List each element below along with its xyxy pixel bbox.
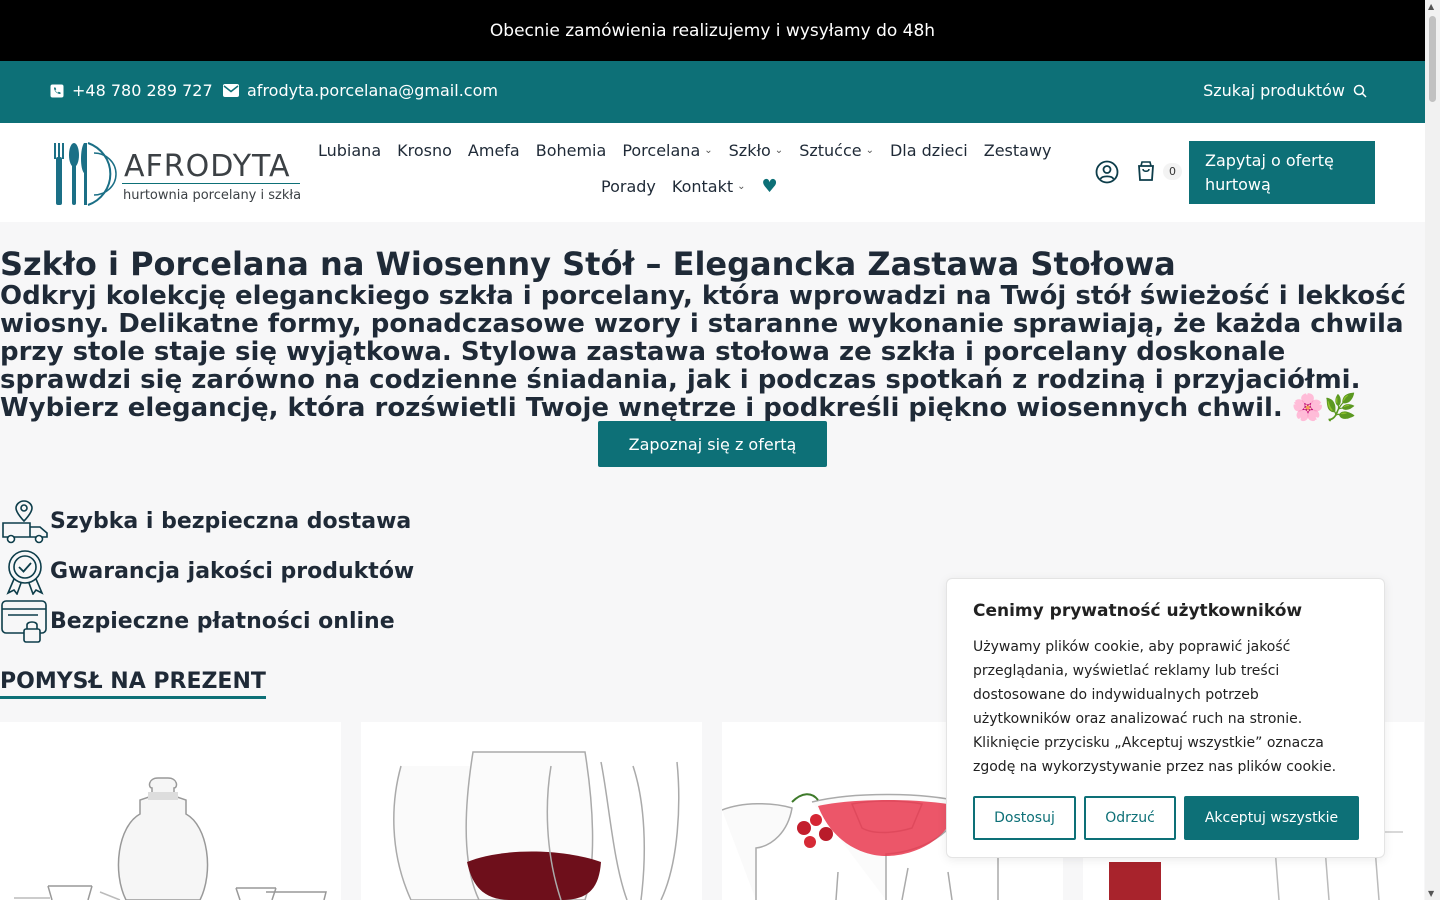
phone-number: +48 780 289 727	[72, 81, 213, 100]
nav-item-krosno[interactable]: Krosno	[389, 141, 460, 160]
quality-badge-icon	[6, 550, 44, 595]
feature-item: Gwarancja jakości produktów	[0, 546, 414, 596]
nav-label: Krosno	[397, 141, 452, 160]
search-icon	[1353, 84, 1367, 98]
nav-item-porcelana[interactable]: Porcelana ⌄	[614, 141, 720, 160]
email-link[interactable]: afrodyta.porcelana@gmail.com	[223, 81, 498, 100]
phone-link[interactable]: +48 780 289 727	[50, 81, 213, 100]
nav-label: Dla dzieci	[889, 141, 968, 160]
cart-button[interactable]: 0	[1135, 160, 1182, 182]
feature-item: Bezpieczne płatności online	[0, 596, 414, 646]
nav-item-bohemia[interactable]: Bohemia	[528, 141, 615, 160]
nav-item-sztucce[interactable]: Sztućce ⌄	[791, 141, 882, 160]
wholesale-quote-button[interactable]: Zapytaj o ofertę hurtową	[1189, 141, 1375, 204]
scroll-up-arrow-icon[interactable]: ▲	[1428, 2, 1434, 11]
nav-item-lubiana[interactable]: Lubiana	[318, 141, 389, 160]
delivery-truck-icon	[2, 500, 48, 544]
search-label: Szukaj produktów	[1203, 81, 1345, 100]
nav-label: Amefa	[467, 141, 520, 160]
shopping-bag-icon	[1138, 161, 1154, 181]
nav-label: Porady	[601, 177, 656, 196]
nav-item-szklo[interactable]: Szkło ⌄	[721, 141, 792, 160]
accept-all-cookies-button[interactable]: Akceptuj wszystkie	[1184, 796, 1359, 840]
decanter-set-image	[14, 777, 327, 900]
hero-section: Szkło i Porcelana na Wiosenny Stół – Ele…	[0, 246, 1425, 422]
logo-divider	[122, 183, 300, 184]
feature-label: Gwarancja jakości produktów	[50, 558, 415, 584]
nav-label: Sztućce	[799, 141, 862, 160]
page-scrollbar[interactable]: ▲ ▼	[1425, 0, 1440, 900]
feature-list: Szybka i bezpieczna dostawa Gwarancja ja…	[0, 496, 414, 646]
gift-ideas-heading: POMYSŁ NA PREZENT	[0, 668, 266, 699]
feature-item: Szybka i bezpieczna dostawa	[0, 496, 414, 546]
cookie-title: Cenimy prywatność użytkowników	[973, 601, 1303, 621]
site-header: AFRODYTA hurtownia porcelany i szkła Lub…	[0, 123, 1425, 222]
nav-label: Lubiana	[318, 141, 382, 160]
wishlist-heart-icon[interactable]: ♥	[754, 176, 786, 197]
scrollbar-thumb[interactable]	[1429, 16, 1436, 102]
nav-label: Bohemia	[535, 141, 607, 160]
cutlery-logo-icon	[54, 142, 117, 206]
account-icon[interactable]	[1095, 160, 1119, 184]
chevron-down-icon: ⌄	[704, 145, 713, 156]
hero-emoji: 🌸🌿	[1291, 393, 1357, 423]
announcement-text: Obecnie zamówienia realizujemy i wysyłam…	[489, 20, 936, 41]
hero-text: Odkryj kolekcję eleganckiego szkła i por…	[0, 281, 1406, 423]
site-logo[interactable]: AFRODYTA hurtownia porcelany i szkła	[50, 139, 302, 209]
nav-item-kontakt[interactable]: Kontakt ⌄	[664, 176, 754, 197]
logo-tagline: hurtownia porcelany i szkła	[123, 188, 302, 203]
nav-label: Szkło	[728, 141, 771, 160]
envelope-icon	[223, 84, 239, 97]
offer-button[interactable]: Zapoznaj się z ofertą	[598, 421, 827, 467]
wine-glasses-image	[393, 751, 680, 900]
nav-row-1: Lubiana Krosno Amefa Bohemia Porcelana ⌄ …	[318, 141, 1078, 160]
main-navigation: Lubiana Krosno Amefa Bohemia Porcelana ⌄ …	[318, 141, 1078, 197]
chevron-down-icon: ⌄	[774, 145, 784, 156]
phone-icon	[50, 84, 64, 97]
secure-payment-icon	[1, 600, 47, 643]
nav-item-dla-dzieci[interactable]: Dla dzieci	[882, 141, 976, 160]
cart-count-badge: 0	[1163, 162, 1182, 180]
contact-bar: +48 780 289 727 afrodyta.porcelana@gmail…	[0, 61, 1425, 123]
hero-description: Odkryj kolekcję eleganckiego szkła i por…	[0, 282, 1420, 422]
nav-item-zestawy[interactable]: Zestawy	[976, 141, 1060, 160]
announcement-bar: Obecnie zamówienia realizujemy i wysyłam…	[0, 0, 1425, 61]
hero-title: Szkło i Porcelana na Wiosenny Stół – Ele…	[0, 245, 1176, 283]
chevron-down-icon: ⌄	[865, 145, 874, 156]
feature-label: Szybka i bezpieczna dostawa	[50, 508, 412, 534]
search-button[interactable]: Szukaj produktów	[1203, 81, 1367, 100]
cookie-text: Używamy plików cookie, aby poprawić jako…	[973, 639, 1337, 775]
scroll-down-arrow-icon[interactable]: ▼	[1428, 889, 1434, 898]
nav-item-amefa[interactable]: Amefa	[460, 141, 528, 160]
reject-cookies-button[interactable]: Odrzuć	[1084, 796, 1176, 840]
nav-item-porady[interactable]: Porady	[601, 176, 664, 197]
chevron-down-icon: ⌄	[737, 181, 746, 192]
product-card[interactable]	[0, 722, 341, 900]
email-address: afrodyta.porcelana@gmail.com	[247, 81, 498, 100]
nav-label: Kontakt	[671, 177, 734, 196]
cookie-actions: Dostosuj Odrzuć Akceptuj wszystkie	[973, 796, 1359, 840]
logo-wordmark: AFRODYTA	[124, 149, 291, 184]
nav-row-2: Porady Kontakt ⌄ ♥	[318, 176, 1078, 197]
cookie-consent-dialog: Cenimy prywatność użytkowników Używamy p…	[946, 578, 1385, 858]
customize-cookies-button[interactable]: Dostosuj	[973, 796, 1076, 840]
nav-label: Porcelana	[622, 141, 701, 160]
nav-label: Zestawy	[983, 141, 1052, 160]
feature-label: Bezpieczne płatności online	[50, 608, 395, 634]
product-card[interactable]	[361, 722, 702, 900]
